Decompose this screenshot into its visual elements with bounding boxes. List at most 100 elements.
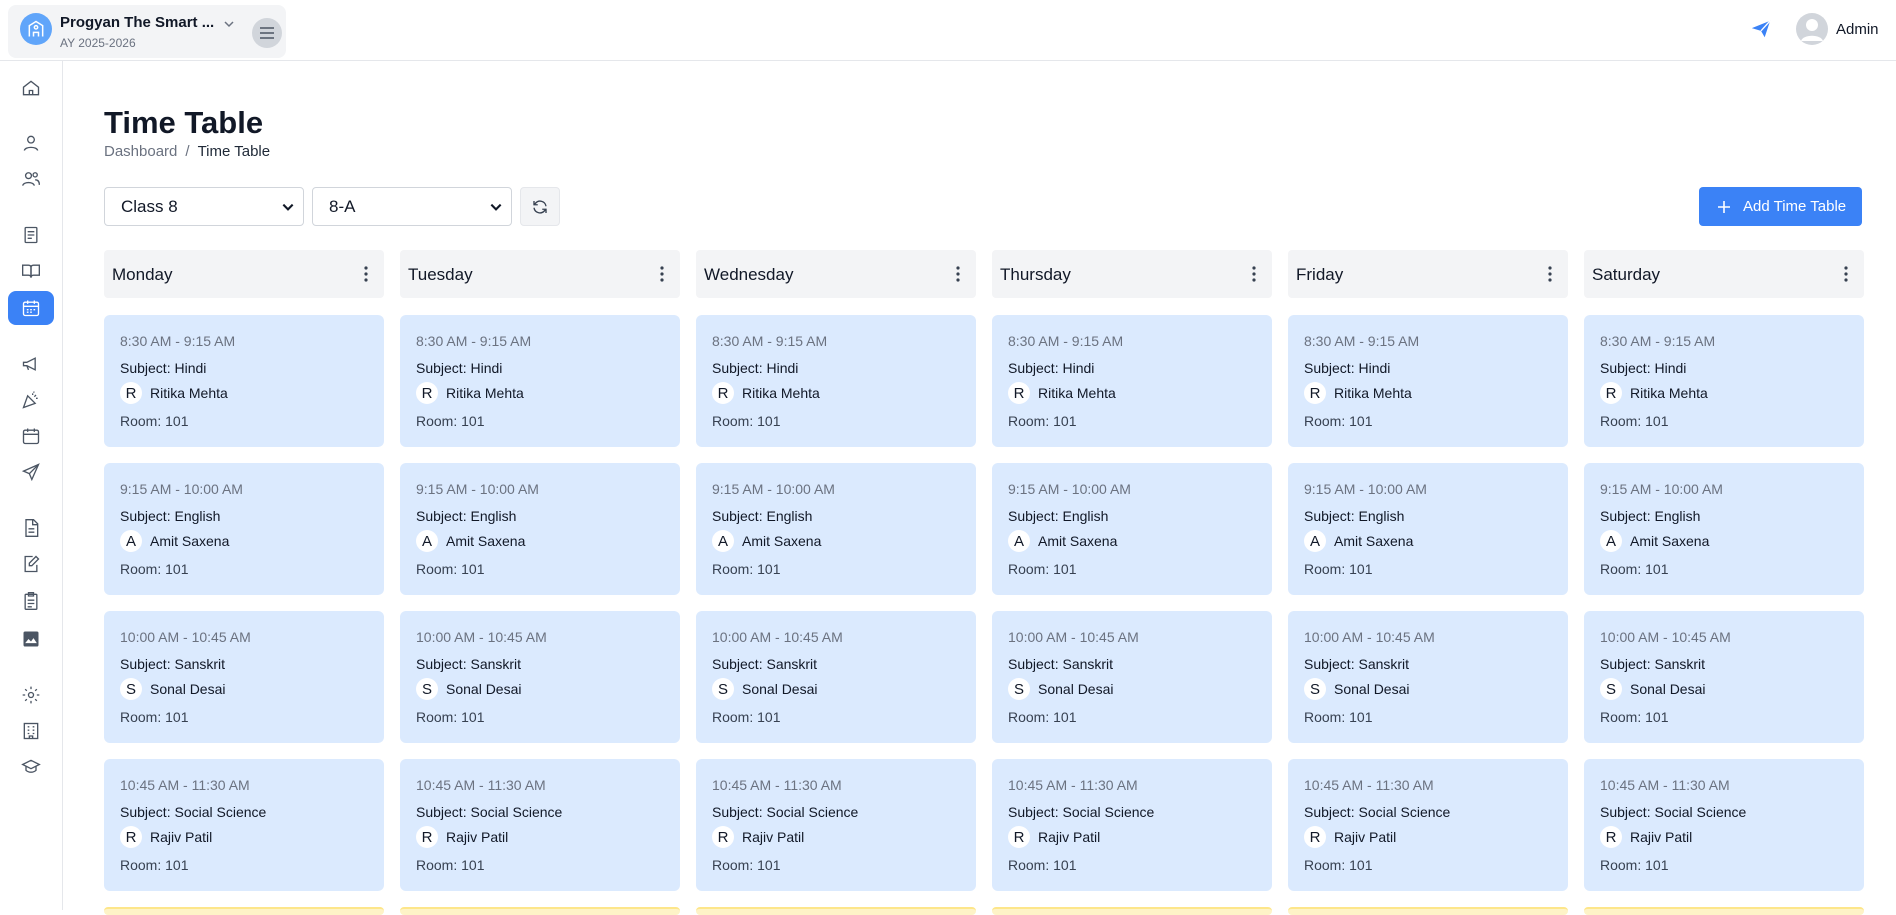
add-time-table-button[interactable]: Add Time Table [1699, 187, 1862, 226]
period-card[interactable]: 10:00 AM - 10:45 AM Subject: Sanskrit S Son… [104, 611, 384, 743]
book-icon[interactable] [8, 218, 54, 252]
period-card[interactable]: 8:30 AM - 9:15 AM Subject: Hindi R Ritika M… [992, 315, 1272, 447]
period-teacher: R Ritika Mehta [1304, 382, 1412, 404]
calendar-check-icon[interactable] [8, 419, 54, 453]
refresh-icon [533, 200, 547, 213]
period-card-partial[interactable] [992, 907, 1272, 915]
teacher-name: Amit Saxena [150, 533, 230, 549]
kebab-menu-icon[interactable] [1252, 266, 1256, 282]
users-icon[interactable] [8, 162, 54, 196]
period-teacher: R Ritika Mehta [120, 382, 228, 404]
kebab-menu-icon[interactable] [1548, 266, 1552, 282]
chevron-down-icon[interactable] [220, 15, 238, 33]
user-menu[interactable]: Admin [1796, 13, 1879, 45]
open-book-icon[interactable] [8, 254, 54, 288]
period-card[interactable]: 8:30 AM - 9:15 AM Subject: Hindi R Ritika M… [1288, 315, 1568, 447]
day-name: Friday [1296, 265, 1344, 284]
period-card[interactable]: 10:00 AM - 10:45 AM Subject: Sanskrit S Son… [1584, 611, 1864, 743]
breadcrumb-dashboard-link[interactable]: Dashboard [104, 143, 177, 160]
period-card[interactable]: 10:00 AM - 10:45 AM Subject: Sanskrit S Son… [992, 611, 1272, 743]
edit-document-icon[interactable] [8, 547, 54, 581]
period-card-partial[interactable] [1288, 907, 1568, 915]
period-subject: Subject: English [712, 508, 813, 524]
school-switcher[interactable]: Progyan The Smart ... AY 2025-2026 [8, 5, 286, 58]
party-popper-icon[interactable] [8, 383, 54, 417]
period-card[interactable]: 10:45 AM - 11:30 AM Subject: Social Scien… [400, 759, 680, 891]
graduation-cap-icon[interactable] [8, 750, 54, 784]
user-icon[interactable] [8, 126, 54, 160]
period-card-partial[interactable] [400, 907, 680, 915]
teacher-name: Sonal Desai [1334, 681, 1410, 697]
gear-icon[interactable] [8, 678, 54, 712]
teacher-initial-avatar: R [120, 826, 142, 848]
period-card[interactable]: 8:30 AM - 9:15 AM Subject: Hindi R Ritika M… [696, 315, 976, 447]
teacher-name: Ritika Mehta [150, 385, 228, 401]
period-card[interactable]: 9:15 AM - 10:00 AM Subject: English A Amit … [104, 463, 384, 595]
period-card[interactable]: 10:45 AM - 11:30 AM Subject: Social Scien… [696, 759, 976, 891]
kebab-menu-icon[interactable] [660, 266, 664, 282]
period-teacher: S Sonal Desai [416, 678, 522, 700]
refresh-button[interactable] [520, 187, 560, 226]
period-card[interactable]: 10:45 AM - 11:30 AM Subject: Social Scien… [1584, 759, 1864, 891]
period-card[interactable]: 8:30 AM - 9:15 AM Subject: Hindi R Ritika M… [104, 315, 384, 447]
period-card[interactable]: 9:15 AM - 10:00 AM Subject: English A Amit … [1288, 463, 1568, 595]
day-name: Saturday [1592, 265, 1661, 284]
period-card[interactable]: 9:15 AM - 10:00 AM Subject: English A Amit … [696, 463, 976, 595]
period-card-partial[interactable] [1584, 907, 1864, 915]
period-card[interactable]: 9:15 AM - 10:00 AM Subject: English A Amit … [400, 463, 680, 595]
building-icon[interactable] [8, 714, 54, 748]
period-subject: Subject: English [1600, 508, 1701, 524]
period-card[interactable]: 8:30 AM - 9:15 AM Subject: Hindi R Ritika M… [400, 315, 680, 447]
kebab-menu-icon[interactable] [364, 266, 368, 282]
teacher-initial-avatar: A [712, 530, 734, 552]
period-card[interactable]: 10:00 AM - 10:45 AM Subject: Sanskrit S Son… [400, 611, 680, 743]
home-icon[interactable] [8, 71, 54, 105]
period-card[interactable]: 10:45 AM - 11:30 AM Subject: Social Scien… [992, 759, 1272, 891]
teacher-name: Sonal Desai [1038, 681, 1114, 697]
plane-icon[interactable] [8, 455, 54, 489]
period-teacher: S Sonal Desai [1600, 678, 1706, 700]
period-time: 9:15 AM - 10:00 AM [712, 481, 835, 497]
period-card[interactable]: 10:00 AM - 10:45 AM Subject: Sanskrit S Son… [696, 611, 976, 743]
chevron-down-icon [282, 203, 294, 211]
period-room: Room: 101 [1304, 857, 1373, 873]
period-room: Room: 101 [1304, 413, 1373, 429]
teacher-name: Rajiv Patil [150, 829, 213, 845]
period-card-partial[interactable] [696, 907, 976, 915]
class-select[interactable]: Class 8 [104, 187, 304, 226]
period-teacher: R Ritika Mehta [712, 382, 820, 404]
period-card[interactable]: 9:15 AM - 10:00 AM Subject: English A Amit … [1584, 463, 1864, 595]
document-icon[interactable] [8, 511, 54, 545]
class-select-value: Class 8 [121, 196, 178, 216]
calendar-icon[interactable] [8, 291, 54, 325]
period-card[interactable]: 9:15 AM - 10:00 AM Subject: English A Amit … [992, 463, 1272, 595]
period-card[interactable]: 10:00 AM - 10:45 AM Subject: Sanskrit S Son… [1288, 611, 1568, 743]
period-subject: Subject: Hindi [416, 360, 503, 376]
period-subject: Subject: Hindi [1008, 360, 1095, 376]
period-room: Room: 101 [1008, 857, 1077, 873]
hamburger-menu-icon[interactable] [252, 18, 282, 48]
teacher-initial-avatar: S [120, 678, 142, 700]
teacher-name: Sonal Desai [150, 681, 226, 697]
period-time: 10:45 AM - 11:30 AM [1008, 777, 1138, 793]
period-time: 10:45 AM - 11:30 AM [712, 777, 842, 793]
teacher-initial-avatar: R [1600, 826, 1622, 848]
teacher-initial-avatar: R [712, 382, 734, 404]
teacher-initial-avatar: S [416, 678, 438, 700]
teacher-initial-avatar: A [1304, 530, 1326, 552]
send-icon[interactable] [1750, 18, 1772, 40]
period-card[interactable]: 8:30 AM - 9:15 AM Subject: Hindi R Ritika M… [1584, 315, 1864, 447]
period-card-partial[interactable] [104, 907, 384, 915]
period-teacher: S Sonal Desai [1304, 678, 1410, 700]
megaphone-icon[interactable] [8, 347, 54, 381]
period-card[interactable]: 10:45 AM - 11:30 AM Subject: Social Scien… [1288, 759, 1568, 891]
kebab-menu-icon[interactable] [956, 266, 960, 282]
clipboard-icon[interactable] [8, 584, 54, 618]
period-subject: Subject: Sanskrit [1304, 656, 1410, 672]
period-room: Room: 101 [1600, 857, 1669, 873]
teacher-name: Ritika Mehta [1038, 385, 1116, 401]
image-chart-icon[interactable] [8, 622, 54, 656]
kebab-menu-icon[interactable] [1844, 266, 1848, 282]
section-select[interactable]: 8-A [312, 187, 512, 226]
period-card[interactable]: 10:45 AM - 11:30 AM Subject: Social Scien… [104, 759, 384, 891]
